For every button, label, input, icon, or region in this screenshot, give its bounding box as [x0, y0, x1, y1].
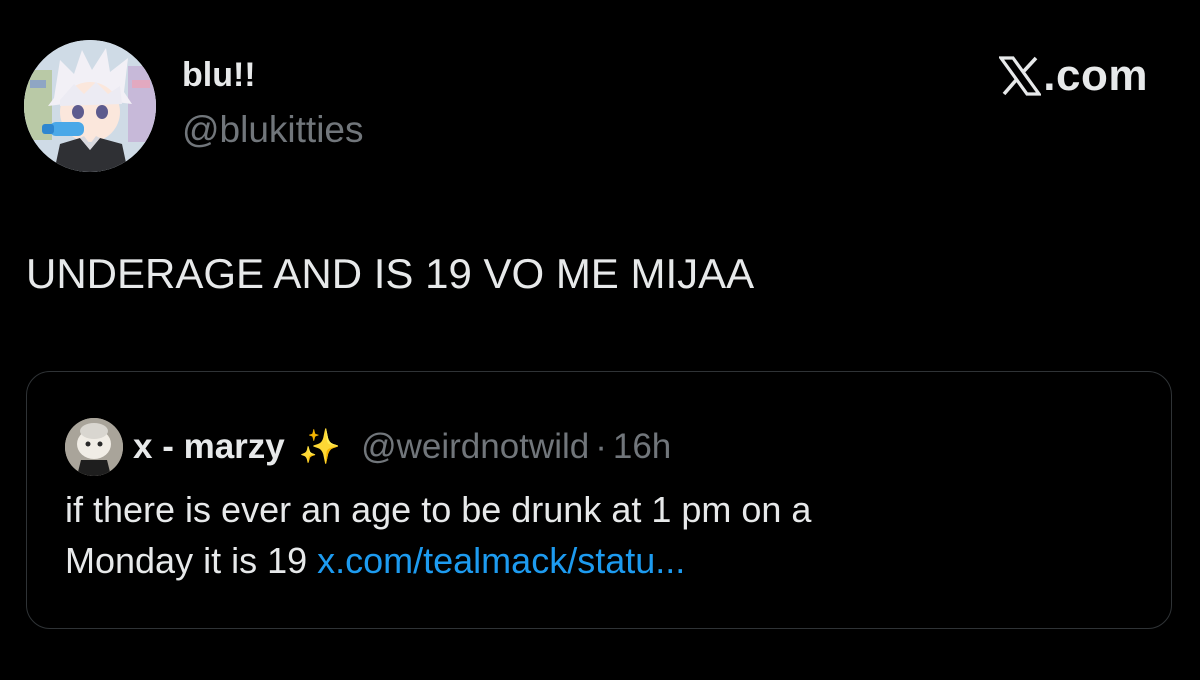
quoted-text-line-2: Monday it is 19 x.com/tealmack/statu...	[65, 535, 1145, 586]
quoted-tweet-time[interactable]: 16h	[613, 427, 671, 467]
author-display-name[interactable]: blu!!	[182, 55, 256, 95]
tweet-text: UNDERAGE AND IS 19 VO ME MIJAA	[26, 250, 755, 297]
quoted-author-handle[interactable]: @weirdnotwild	[361, 427, 589, 467]
author-avatar[interactable]	[24, 40, 156, 172]
brand-watermark: .com	[999, 54, 1148, 98]
x-logo-icon	[999, 56, 1042, 96]
brand-text: .com	[1043, 51, 1148, 100]
quoted-tweet-link[interactable]: x.com/tealmack/statu...	[317, 540, 685, 581]
quoted-tweet-header: x - marzy ✨ @weirdnotwild · 16h	[65, 418, 671, 476]
quoted-author-name[interactable]: x - marzy	[133, 427, 285, 467]
quoted-avatar-image	[65, 418, 123, 476]
quoted-text-line-1: if there is ever an age to be drunk at 1…	[65, 489, 812, 530]
sparkles-icon: ✨	[298, 428, 342, 466]
quoted-tweet-text: if there is ever an age to be drunk at 1…	[65, 484, 1145, 586]
quoted-tweet-card[interactable]: x - marzy ✨ @weirdnotwild · 16h if there…	[26, 371, 1172, 629]
quoted-author-avatar[interactable]	[65, 418, 123, 476]
quoted-text-line-2-text: Monday it is 19	[65, 540, 318, 581]
author-handle[interactable]: @blukitties	[182, 108, 364, 152]
separator-dot: ·	[595, 427, 607, 466]
avatar-image	[24, 40, 156, 172]
